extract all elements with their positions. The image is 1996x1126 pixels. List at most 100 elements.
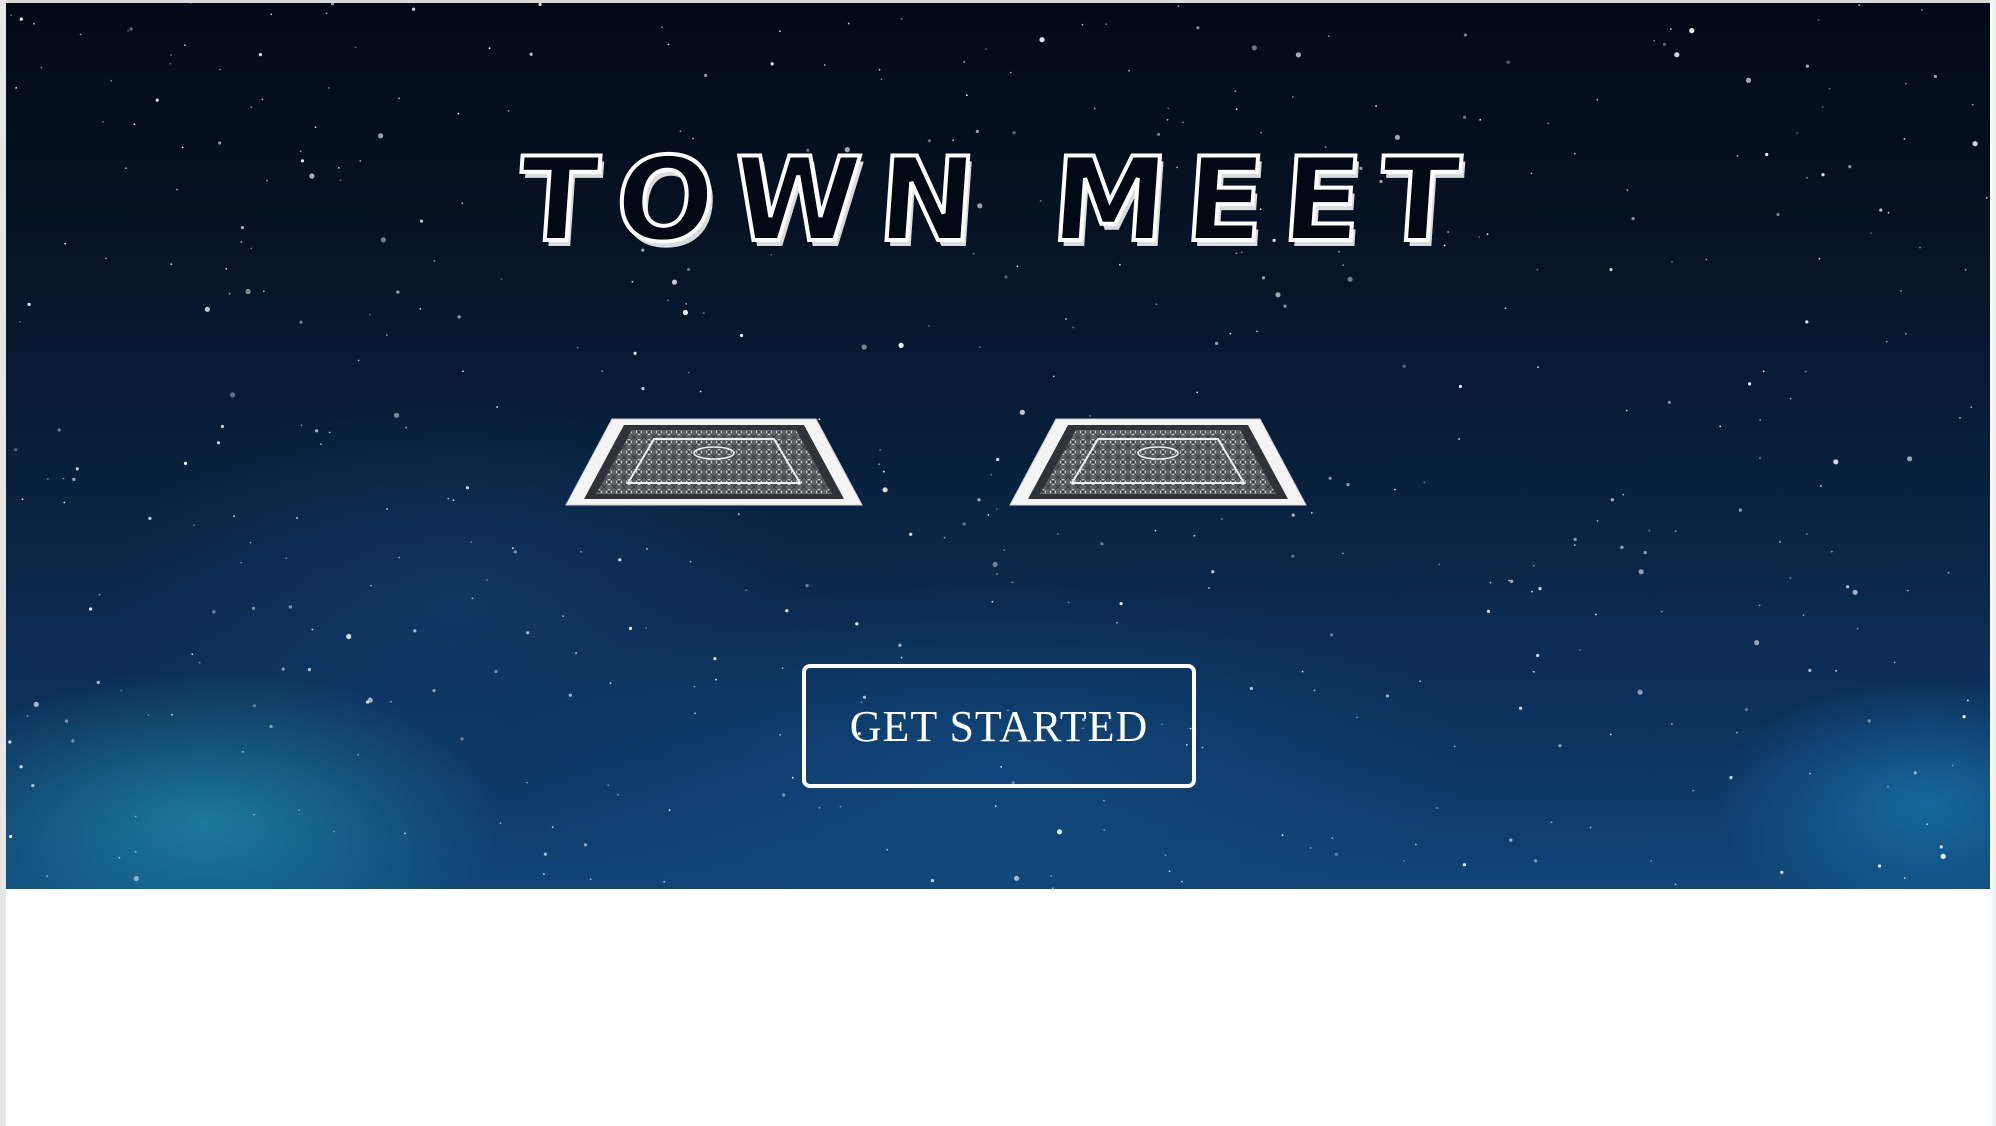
star [1692,789,1695,792]
star [1789,397,1792,400]
get-started-button[interactable]: GET STARTED [802,664,1196,788]
star [404,832,406,835]
star [861,344,867,350]
star [120,689,123,692]
star [1835,670,1837,672]
star [1852,589,1858,595]
star [1622,493,1625,496]
star [1962,715,1966,719]
star [1939,845,1943,849]
star [1779,541,1781,543]
star [1105,23,1108,26]
star [679,130,682,133]
star [386,508,388,510]
star [378,133,384,139]
star [1609,268,1613,272]
star [1762,370,1765,373]
star [583,843,588,847]
star [1334,852,1338,856]
star [785,609,789,613]
page: TOWN MEET GET STARTED [0,0,1996,1126]
star [71,739,75,743]
star [1453,745,1456,748]
star [1462,863,1466,867]
star [1971,103,1974,106]
star [1926,823,1929,826]
star [1196,26,1200,30]
star [249,541,252,544]
star [46,478,49,480]
star [457,112,460,115]
star [328,87,330,89]
star [1805,320,1809,324]
star [233,515,236,517]
star [170,54,173,56]
star [1039,37,1045,43]
star [779,30,781,33]
star [191,653,194,656]
star [1056,829,1063,835]
star [1900,290,1902,292]
star [990,473,993,476]
star [1100,542,1104,546]
star [1103,829,1106,832]
star [985,48,987,50]
star [398,97,400,100]
star [1802,614,1805,616]
star [330,3,335,6]
star [396,290,400,294]
star [1154,529,1157,532]
star [19,765,23,769]
card-back-icon [565,418,863,506]
star [8,740,12,744]
star [1904,332,1907,335]
star [1579,649,1581,651]
star [1256,330,1258,333]
star [1506,60,1510,64]
star [880,78,883,81]
star [170,263,173,265]
star [228,292,231,295]
star [133,875,139,882]
star [64,719,69,723]
star [1328,476,1332,480]
star [1589,826,1592,829]
star [909,532,913,536]
star [1155,303,1158,306]
star [1940,853,1946,860]
star [1689,28,1695,34]
scrollbar-edge[interactable] [1990,0,1996,1126]
star [966,94,968,97]
star [943,536,946,539]
star [1674,52,1680,58]
star [1201,746,1204,749]
star [1905,82,1907,85]
star [46,875,48,877]
star [14,448,18,452]
star [1789,577,1792,579]
star [298,809,300,811]
star [432,689,436,693]
star [580,550,582,553]
star [1558,744,1562,748]
star [1181,880,1183,883]
star [1671,723,1673,725]
star [996,573,998,575]
star [991,600,994,603]
star [589,878,592,880]
star [296,517,298,519]
star [1620,545,1624,549]
star [977,498,981,502]
star [1327,35,1330,38]
star [72,477,76,481]
star [269,724,273,729]
star [1745,77,1752,83]
star [26,715,29,717]
star [204,306,210,312]
star [1967,699,1969,702]
star [288,605,292,609]
star [354,46,357,49]
star [1057,533,1059,535]
star [1951,764,1954,767]
star [357,753,360,756]
